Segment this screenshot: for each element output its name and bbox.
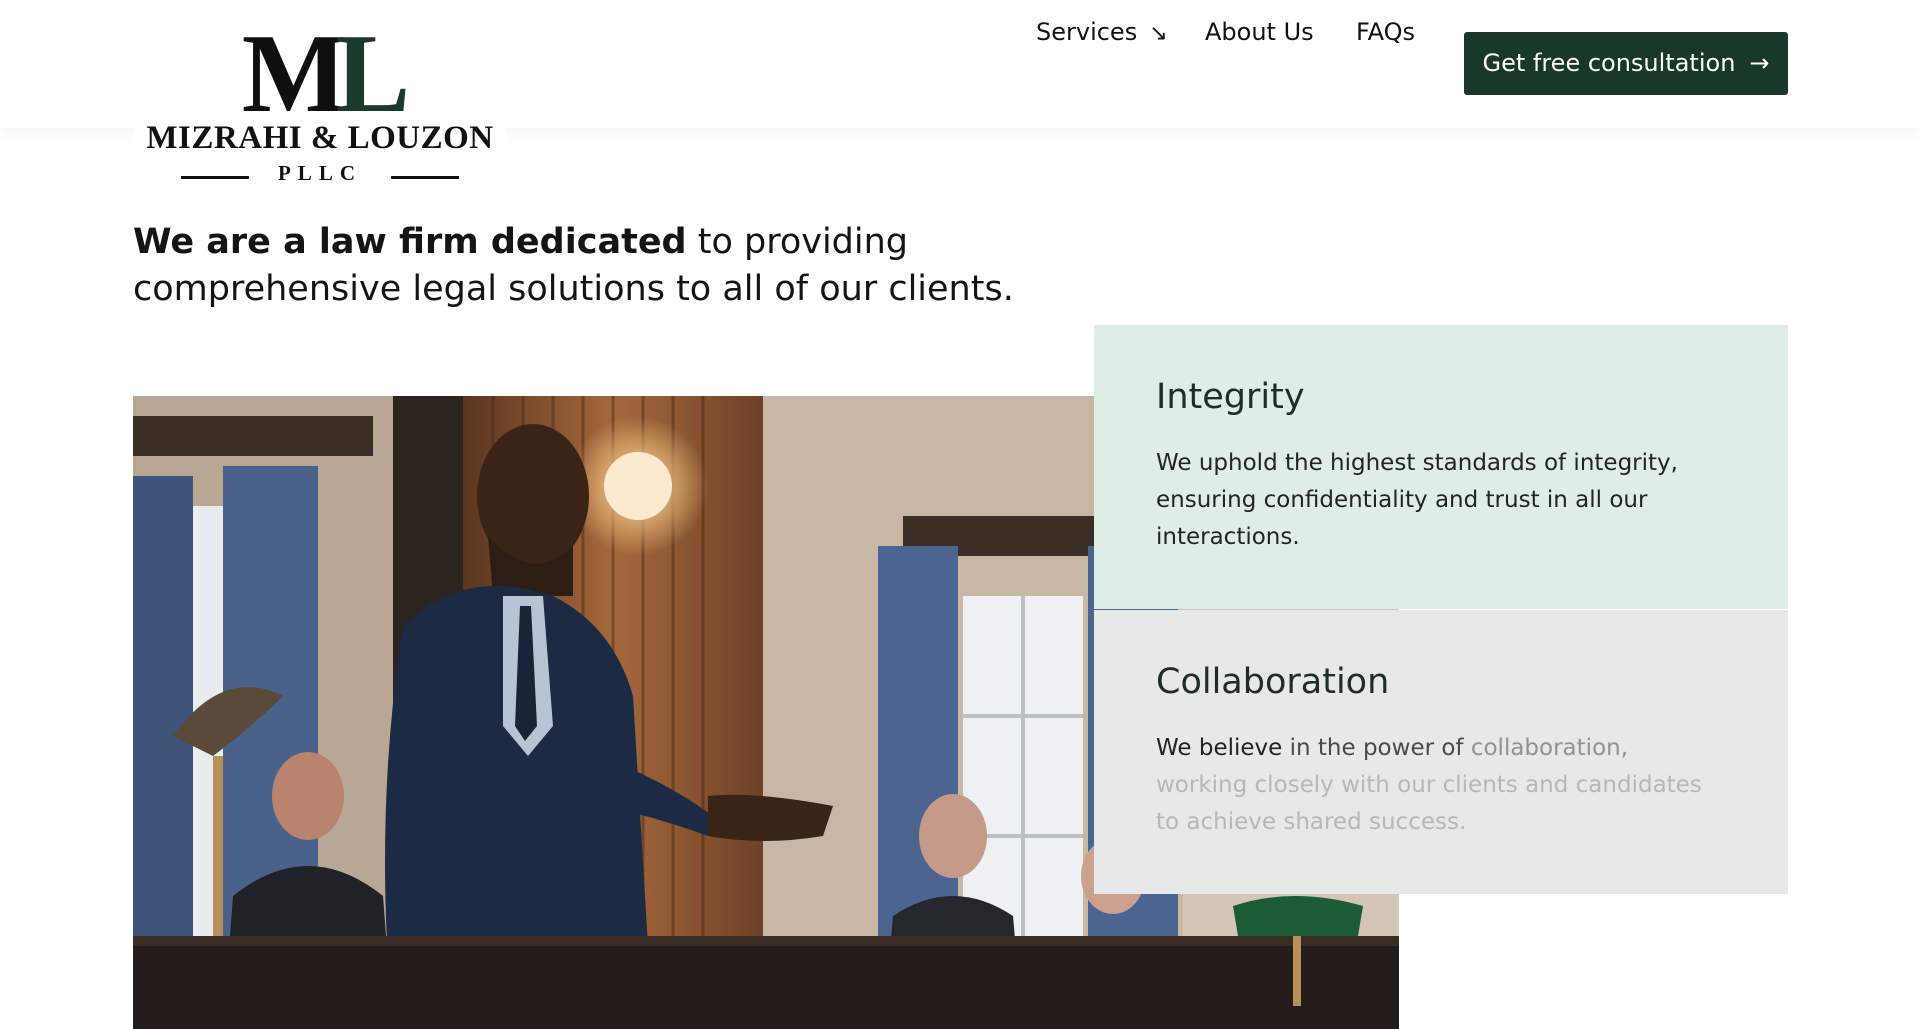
collaboration-title: Collaboration (1156, 662, 1390, 702)
integrity-title: Integrity (1156, 377, 1305, 417)
arrow-right-icon: → (1749, 49, 1770, 77)
nav-about-us[interactable]: About Us (1205, 0, 1314, 64)
intro-statement: We are a law firm dedicated to providing… (133, 219, 1133, 313)
get-free-consultation-button[interactable]: Get free consultation → (1464, 32, 1788, 95)
logo-rule-right (391, 176, 459, 179)
logo-firm-name: MIZRAHI & LOUZON (146, 120, 494, 156)
nav-faqs[interactable]: FAQs (1356, 0, 1415, 64)
collaboration-body: We believe in the power of collaboration… (1156, 730, 1726, 841)
nav-services[interactable]: Services ↘ (1036, 0, 1168, 64)
collaboration-card: Collaboration We believe in the power of… (1094, 610, 1788, 894)
collab-body-part-4: working closely with our clients and can… (1156, 772, 1702, 835)
collab-body-part-3: collaboration, (1463, 735, 1629, 761)
logo-monogram: ML (241, 12, 410, 136)
arrow-down-right-icon: ↘ (1149, 21, 1168, 46)
collab-body-part-1: We believe (1156, 735, 1283, 761)
logo[interactable]: ML MIZRAHI & LOUZON PLLC (133, 0, 507, 190)
integrity-body: We uphold the highest standards of integ… (1156, 450, 1678, 550)
logo-pllc: PLLC (277, 161, 362, 185)
intro-strong: We are a law firm dedicated (133, 222, 687, 262)
nav-services-label: Services (1036, 18, 1138, 46)
collab-body-part-2: in the power of (1282, 735, 1464, 761)
cta-label: Get free consultation (1482, 49, 1736, 77)
integrity-card: Integrity We uphold the highest standard… (1094, 325, 1788, 609)
